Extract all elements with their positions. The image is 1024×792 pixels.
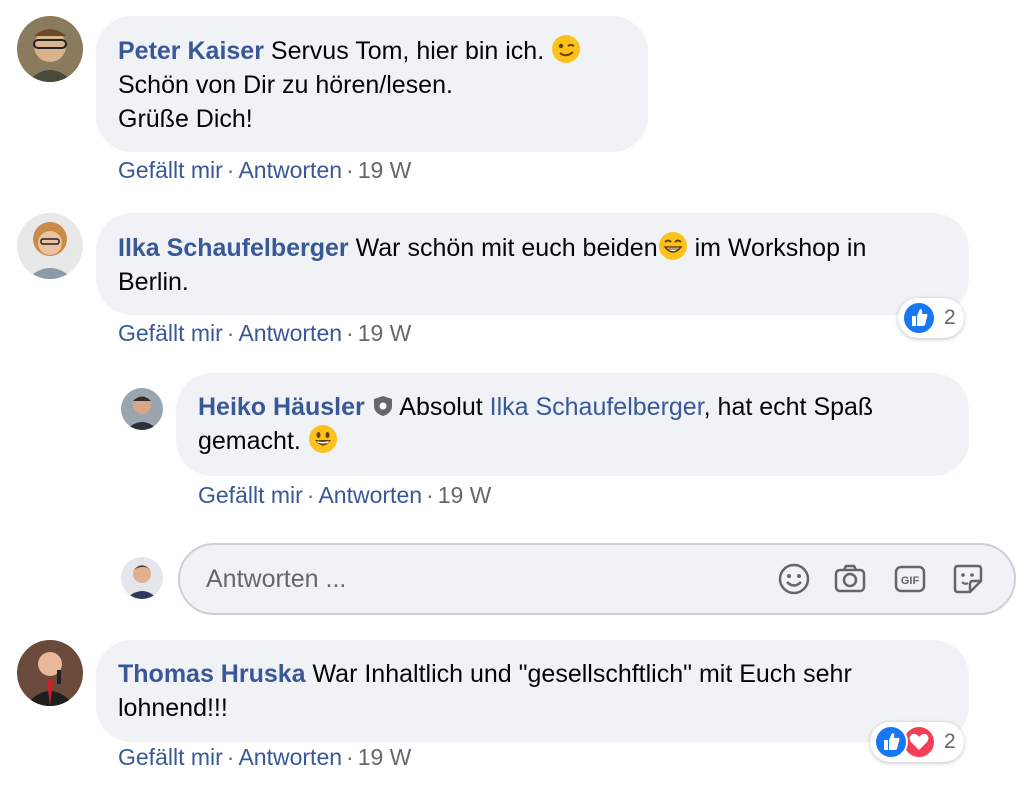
author-name[interactable]: Ilka Schaufelberger xyxy=(118,234,349,262)
mention-link[interactable]: Ilka Schaufelberger xyxy=(490,393,704,421)
reply-composer[interactable]: GIF xyxy=(178,543,1016,615)
comment-text-line2: gemacht. xyxy=(198,427,301,455)
emoji-icon[interactable] xyxy=(776,561,812,597)
reaction-count: 2 xyxy=(944,730,956,753)
reply-link[interactable]: Antworten xyxy=(238,744,342,770)
smile-emoji xyxy=(308,424,338,454)
author-name[interactable]: Heiko Häusler xyxy=(198,393,365,421)
reply-link[interactable]: Antworten xyxy=(318,482,422,508)
like-reaction-icon xyxy=(874,725,908,759)
reaction-summary[interactable]: 2 xyxy=(898,298,964,338)
comment-text-line2: lohnend!!! xyxy=(118,694,228,722)
timestamp[interactable]: 19 W xyxy=(358,157,412,183)
timestamp[interactable]: 19 W xyxy=(358,744,412,770)
grin-emoji xyxy=(658,231,688,261)
comment-actions: Gefällt mir · Antworten · 19 W xyxy=(198,482,492,508)
avatar[interactable] xyxy=(17,16,83,82)
like-link[interactable]: Gefällt mir xyxy=(118,320,223,346)
comment-text-line1: Servus Tom, hier bin ich. xyxy=(270,37,545,65)
svg-text:GIF: GIF xyxy=(901,575,920,587)
reply-link[interactable]: Antworten xyxy=(238,157,342,183)
timestamp[interactable]: 19 W xyxy=(438,482,492,508)
avatar[interactable] xyxy=(17,213,83,279)
comment-bubble: Heiko Häusler Absolut Ilka Schaufelberge… xyxy=(176,373,969,476)
author-name[interactable]: Peter Kaiser xyxy=(118,37,264,65)
comment-bubble: Ilka Schaufelberger War schön mit euch b… xyxy=(96,213,969,315)
reply-input[interactable] xyxy=(206,565,706,594)
avatar[interactable] xyxy=(17,640,83,706)
comment-bubble: Peter Kaiser Servus Tom, hier bin ich. S… xyxy=(96,16,648,152)
author-name[interactable]: Thomas Hruska xyxy=(118,660,306,688)
comment-text-cont: im Workshop in xyxy=(687,234,867,262)
like-link[interactable]: Gefällt mir xyxy=(198,482,303,508)
like-link[interactable]: Gefällt mir xyxy=(118,157,223,183)
comment-actions: Gefällt mir · Antworten · 19 W xyxy=(118,157,412,183)
sticker-icon[interactable] xyxy=(950,561,986,597)
reply-link[interactable]: Antworten xyxy=(238,320,342,346)
comment-bubble: Thomas Hruska War Inhaltlich und "gesell… xyxy=(96,640,969,742)
comment-actions: Gefällt mir · Antworten · 19 W xyxy=(118,744,412,770)
comment-text-cont: , hat echt Spaß xyxy=(703,393,874,421)
comment-text-line2: Schön von Dir zu hören/lesen. xyxy=(118,71,453,99)
shield-icon xyxy=(372,392,394,416)
comment-actions: Gefällt mir · Antworten · 19 W xyxy=(118,320,412,346)
timestamp[interactable]: 19 W xyxy=(358,320,412,346)
comment-text: War Inhaltlich und "gesellschftlich" mit… xyxy=(312,660,852,688)
like-reaction-icon xyxy=(902,301,936,335)
comment-text: War schön mit euch beiden xyxy=(355,234,658,262)
camera-icon[interactable] xyxy=(832,561,868,597)
gif-icon[interactable]: GIF xyxy=(892,561,928,597)
reaction-count: 2 xyxy=(944,306,956,329)
like-link[interactable]: Gefällt mir xyxy=(118,744,223,770)
wink-emoji xyxy=(551,34,581,64)
avatar[interactable] xyxy=(121,388,163,430)
current-user-avatar xyxy=(121,557,163,599)
comment-text-line3: Grüße Dich! xyxy=(118,105,253,133)
reaction-summary[interactable]: 2 xyxy=(870,722,964,762)
comment-text: Absolut xyxy=(399,393,490,421)
comment-text-line2: Berlin. xyxy=(118,268,189,296)
